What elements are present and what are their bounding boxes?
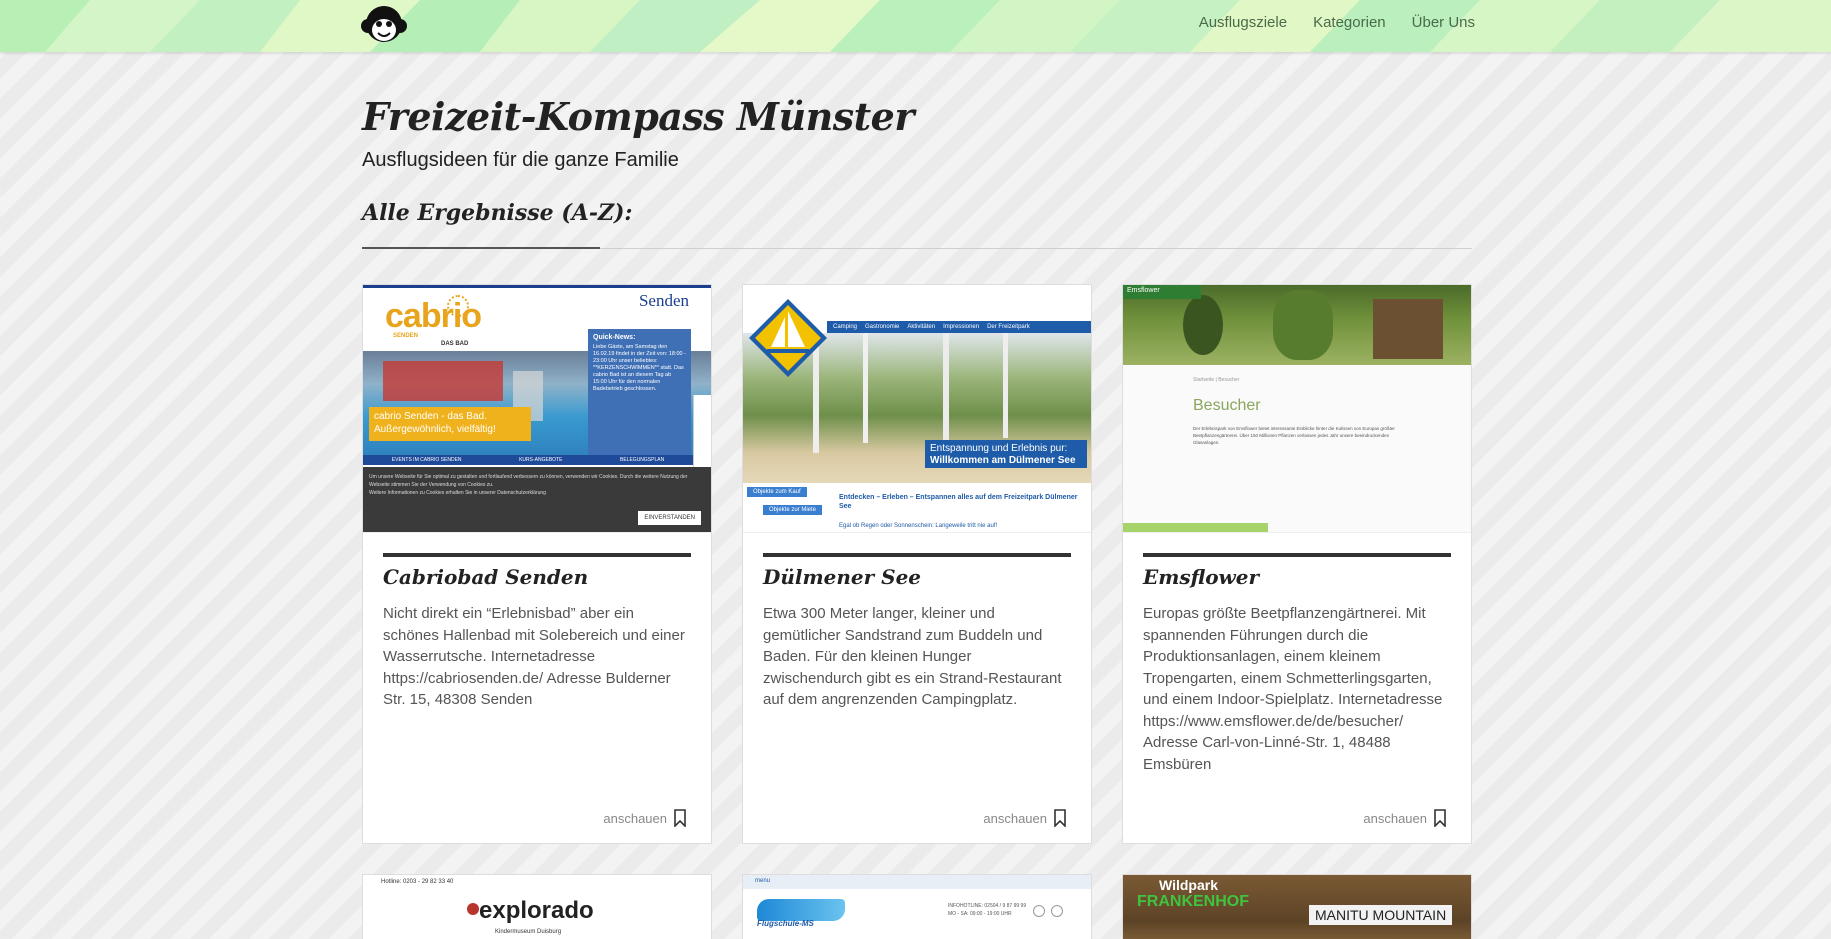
result-card[interactable]: Hotline: 0203 - 29 82 33 40 explorado Ki… — [362, 874, 712, 939]
thumb-news-text: Liebe Gäste, am Samstag den 16.02.19 fin… — [593, 344, 686, 392]
thumb-banner-line2: Willkommen am Dülmener See — [930, 455, 1076, 466]
card-body: Emsflower Europas größte Beetpflanzengär… — [1123, 533, 1471, 775]
thumb-news-box: Quick-News: Liebe Gäste, am Samstag den … — [588, 329, 691, 463]
main-nav: Ausflugsziele Kategorien Über Uns — [1199, 14, 1475, 31]
thumb-button: Objekte zur Miete — [763, 505, 823, 515]
thumb-brand-line1: Wildpark — [1159, 877, 1218, 893]
card-view-label: anschauen — [1363, 810, 1427, 826]
top-navbar: Ausflugsziele Kategorien Über Uns — [0, 0, 1831, 52]
sailboat-logo-icon — [749, 299, 827, 377]
thumb-breadcrumb: Startseite | Besucher — [1193, 377, 1240, 383]
thumb-side-icons — [693, 395, 711, 467]
thumb-tab: BELEGUNGSPLAN — [620, 457, 665, 463]
thumb-info: INFOHOTLINE: 02504 / 9 87 99 99 — [948, 903, 1027, 909]
thumb-hero-text: cabrio Senden - das Bad. Außergewöhnlich… — [369, 407, 531, 441]
bookmark-icon — [1434, 809, 1446, 827]
thumb-tab: EVENTS IM CABRIO SENDEN — [391, 457, 462, 463]
card-title[interactable]: Dülmener See — [763, 565, 1071, 589]
thumb-brand-tag: DAS BAD — [441, 341, 469, 347]
thumb-hours: MO - SA: 09:00 - 19:00 UHR — [948, 911, 1012, 917]
thumb-page-body: Startseite | Besucher Besucher Der Erleb… — [1123, 365, 1471, 532]
thumb-brand: Emsflower — [1123, 285, 1201, 299]
thumb-headline: Entdecken – Erleben – Entspannen alles a… — [839, 494, 1078, 510]
card-body: Cabriobad Senden Nicht direkt ein “Erleb… — [363, 533, 711, 711]
page-subtitle: Ausflugsideen für die ganze Familie — [362, 149, 679, 171]
thumb-hero-line1: cabrio Senden - das Bad. — [374, 411, 487, 422]
thumb-town: Senden — [638, 291, 689, 310]
card-accent-bar — [763, 553, 1071, 557]
result-card[interactable]: Camping Gastronomie Aktivitäten Impressi… — [742, 284, 1092, 844]
card-description: Etwa 300 Meter langer, kleiner und gemüt… — [763, 605, 1062, 708]
thumb-sub: Kindermuseum Duisburg — [495, 929, 562, 935]
main-content: Freizeit-Kompass Münster Ausflugsideen f… — [362, 52, 1472, 939]
bookmark-icon — [1054, 809, 1066, 827]
nav-item-ueber-uns[interactable]: Über Uns — [1412, 14, 1475, 31]
bookmark-icon — [674, 809, 686, 827]
card-description: Europas größte Beetpflanzengärtnerei. Mi… — [1143, 605, 1443, 773]
card-view-link[interactable]: anschauen — [603, 809, 687, 827]
monkey-head-icon[interactable] — [360, 2, 408, 48]
plane-logo-icon — [757, 899, 845, 921]
card-view-link[interactable]: anschauen — [983, 809, 1067, 827]
search-icon — [1033, 905, 1045, 917]
thumb-brand-line2: FRANKENHOF — [1137, 893, 1249, 910]
thumb-cookie-more: Weitere Informationen zu Cookies erhalte… — [369, 490, 546, 496]
result-card[interactable]: Wildpark FRANKENHOF MANITU MOUNTAIN — [1122, 874, 1472, 939]
thumb-menu: menu — [743, 875, 1091, 889]
card-view-link[interactable]: anschauen — [1363, 809, 1447, 827]
card-thumbnail[interactable]: Camping Gastronomie Aktivitäten Impressi… — [743, 285, 1091, 533]
card-description: Nicht direkt ein “Erlebnisbad” aber ein … — [383, 605, 685, 708]
thumb-footer-strip — [1123, 523, 1268, 532]
card-thumbnail[interactable]: Wildpark FRANKENHOF MANITU MOUNTAIN — [1123, 875, 1471, 939]
card-title[interactable]: Emsflower — [1143, 565, 1451, 589]
thumb-menu-item: Aktivitäten — [907, 324, 936, 330]
card-thumbnail[interactable]: Emsflower Startseite | Besucher Besucher… — [1123, 285, 1471, 533]
result-card[interactable]: menu Flugschule-MS INFOHOTLINE: 02504 / … — [742, 874, 1092, 939]
thumb-brand-sub: SENDEN — [393, 333, 419, 339]
thumb-banner: Entspannung und Erlebnis pur: Willkommen… — [925, 440, 1087, 468]
nav-item-ausflugsziele[interactable]: Ausflugsziele — [1199, 14, 1287, 31]
section-title: Alle Ergebnisse (A-Z): — [362, 200, 633, 226]
cart-icon — [1051, 905, 1063, 917]
thumb-cookie-banner: Um unsere Webseite für Sie optimal zu ge… — [363, 467, 711, 532]
header-pattern — [0, 0, 1831, 52]
thumb-cookie-text: Um unsere Webseite für Sie optimal zu ge… — [369, 474, 688, 488]
card-title[interactable]: Cabriobad Senden — [383, 565, 691, 589]
thumb-menu-item: Camping — [833, 324, 858, 330]
thumb-menu-item: Impressionen — [943, 324, 980, 330]
card-accent-bar — [1143, 553, 1451, 557]
card-view-label: anschauen — [603, 810, 667, 826]
heart-icon — [467, 903, 479, 915]
result-card[interactable]: cabrio SENDEN DAS BAD Senden Quick-News:… — [362, 284, 712, 844]
thumb-body-text: Der Erlebnispark von Emsflower bietet in… — [1193, 426, 1395, 445]
thumb-cookie-button: EINVERSTANDEN — [638, 511, 701, 525]
nav-item-kategorien[interactable]: Kategorien — [1313, 14, 1386, 31]
thumb-label: MANITU MOUNTAIN — [1309, 905, 1453, 925]
section-divider — [362, 247, 1472, 249]
thumb-menu-item: Gastronomie — [865, 324, 900, 330]
result-card[interactable]: Emsflower Startseite | Besucher Besucher… — [1122, 284, 1472, 844]
sun-icon — [447, 295, 469, 317]
card-thumbnail[interactable]: cabrio SENDEN DAS BAD Senden Quick-News:… — [363, 285, 711, 533]
thumb-brand: explorado — [479, 897, 594, 924]
thumb-tab: KURS-ANGEBOTE — [519, 457, 563, 463]
page-title: Freizeit-Kompass Münster — [362, 94, 914, 139]
card-view-label: anschauen — [983, 810, 1047, 826]
thumb-menu: Camping Gastronomie Aktivitäten Impressi… — [827, 321, 1091, 333]
thumb-tabs: EVENTS IM CABRIO SENDEN KURS-ANGEBOTE BE… — [363, 455, 693, 465]
thumb-hotline: Hotline: 0203 - 29 82 33 40 — [381, 879, 454, 885]
thumb-heading: Besucher — [1193, 397, 1261, 414]
card-thumbnail[interactable]: Hotline: 0203 - 29 82 33 40 explorado Ki… — [363, 875, 711, 939]
thumb-hero-line2: Außergewöhnlich, vielfältig! — [374, 424, 496, 435]
thumb-banner-line1: Entspannung und Erlebnis pur: — [930, 443, 1068, 454]
thumb-button: Objekte zum Kauf — [747, 487, 807, 497]
thumb-news-title: Quick-News: — [593, 334, 636, 341]
card-body: Dülmener See Etwa 300 Meter langer, klei… — [743, 533, 1091, 711]
card-accent-bar — [383, 553, 691, 557]
card-thumbnail[interactable]: menu Flugschule-MS INFOHOTLINE: 02504 / … — [743, 875, 1091, 939]
thumb-subline: Egal ob Regen oder Sonnenschein: Langewe… — [839, 523, 998, 529]
thumb-menu-item: Der Freizeitpark — [987, 324, 1030, 330]
thumb-brand: Flugschule-MS — [757, 919, 814, 928]
